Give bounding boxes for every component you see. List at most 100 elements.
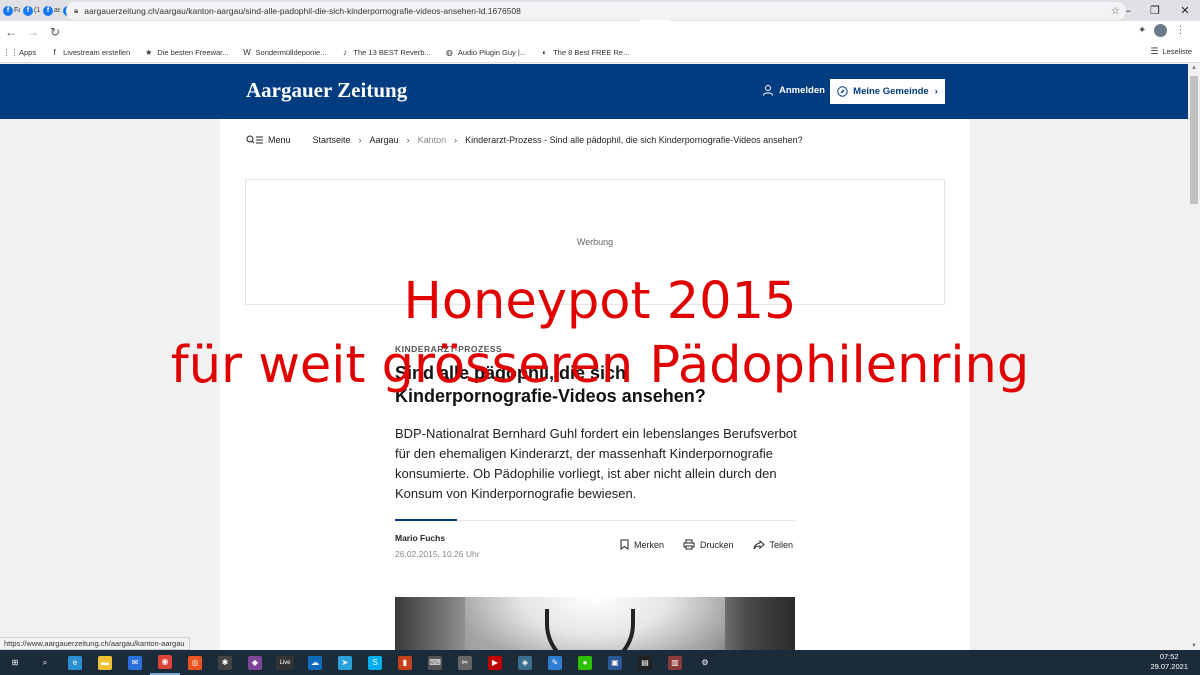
bookmark-star-icon[interactable]: ☆ bbox=[1111, 6, 1120, 17]
login-button[interactable]: Anmelden bbox=[762, 84, 825, 96]
bookmark-item[interactable]: ★ Die besten Freewar... bbox=[144, 48, 228, 57]
forward-icon[interactable]: → bbox=[22, 25, 44, 39]
chevron-right-icon: › bbox=[406, 135, 410, 145]
bookmark-item[interactable]: W Sondermülldeponie... bbox=[243, 48, 327, 57]
taskbar-app[interactable]: ▤ bbox=[630, 650, 660, 675]
taskbar-clock[interactable]: 07:52 29.07.2021 bbox=[1150, 652, 1188, 672]
taskbar-app[interactable]: ● bbox=[570, 650, 600, 675]
overlay-text-line2: für weit grösseren Pädophilenring bbox=[170, 336, 1030, 395]
plugin-icon: ◍ bbox=[445, 48, 453, 57]
extensions-icon[interactable]: ✦ bbox=[1138, 25, 1146, 36]
browser-tab[interactable]: fFa bbox=[0, 2, 20, 20]
scrollbar-thumb[interactable] bbox=[1190, 76, 1198, 204]
clock-time: 07:52 bbox=[1159, 652, 1179, 661]
bookmark-item[interactable]: ⋮⋮ Apps bbox=[2, 48, 37, 57]
reading-list-label: Leseliste bbox=[1162, 47, 1192, 56]
windows-taskbar: ⊞ ⌕ e ▬ ✉ ◉ ◎ ✱ ◆ Live ☁ ➤ S ▮ ⌨ ✂ ▶ ◈ ✎ ● ▣ ▤ ▥ ⚙ bbox=[0, 650, 1200, 675]
file-explorer-icon: ▬ bbox=[98, 655, 112, 670]
restore-icon[interactable]: ❐ bbox=[1140, 4, 1170, 17]
taskbar-app[interactable]: ⚙ bbox=[690, 650, 720, 675]
status-bar-url: https://www.aargauerzeitung.ch/aargau/ka… bbox=[0, 637, 190, 650]
browser-tab[interactable]: f as bbox=[40, 2, 60, 20]
site-header: Aargauer Zeitung Anmelden Meine Gemeinde… bbox=[0, 64, 1188, 119]
menu-button[interactable]: Menu bbox=[246, 135, 291, 145]
taskbar-app[interactable]: S bbox=[360, 650, 390, 675]
taskbar-app[interactable]: ☁ bbox=[300, 650, 330, 675]
star-icon: ★ bbox=[145, 48, 153, 57]
publish-date: 26.02.2015, 10.26 Uhr bbox=[395, 549, 480, 559]
browser-tab[interactable]: f(1 bbox=[20, 2, 40, 20]
bookmark-label: Die besten Freewar... bbox=[157, 48, 229, 57]
taskbar-app[interactable]: ▮ bbox=[390, 650, 420, 675]
taskbar-app[interactable]: ⌨ bbox=[420, 650, 450, 675]
recorder-icon: ▮ bbox=[398, 655, 412, 670]
bookmark-item[interactable]: ◐ The 8 Best FREE Re... bbox=[540, 48, 629, 57]
taskbar-app[interactable]: ✱ bbox=[210, 650, 240, 675]
lock-icon[interactable]: 🔒︎ bbox=[74, 6, 78, 16]
breadcrumb-kanton[interactable]: Kanton bbox=[418, 135, 447, 145]
chrome-menu-icon[interactable]: ⋮ bbox=[1175, 25, 1185, 36]
start-icon: ⊞ bbox=[11, 658, 19, 667]
taskbar-app[interactable]: ▥ bbox=[660, 650, 690, 675]
article-actions: Merken Drucken Teilen bbox=[620, 539, 812, 550]
bookmark-item[interactable]: ◍ Audio Plugin Guy |... bbox=[445, 48, 526, 57]
bookmark-label: The 8 Best FREE Re... bbox=[553, 48, 630, 57]
breadcrumb-startseite[interactable]: Startseite bbox=[313, 135, 351, 145]
video-editor-icon: ▶ bbox=[488, 655, 502, 670]
profile-avatar[interactable] bbox=[1154, 24, 1168, 37]
bookmark-item[interactable]: ♪ The 13 BEST Reverb... bbox=[340, 48, 431, 57]
back-icon[interactable]: ← bbox=[0, 25, 22, 39]
tools-icon: ✂ bbox=[458, 655, 472, 670]
close-window-icon[interactable]: ✕ bbox=[1170, 4, 1200, 17]
reload-icon[interactable]: ↻ bbox=[44, 25, 66, 39]
taskbar-app[interactable]: ◎ bbox=[180, 650, 210, 675]
bug-icon: ✱ bbox=[218, 655, 232, 670]
archive-icon: ▥ bbox=[668, 655, 682, 670]
reading-list-icon: ☰ bbox=[1150, 46, 1159, 56]
mail-icon: ✉ bbox=[128, 655, 142, 670]
taskbar-app[interactable]: ▣ bbox=[600, 650, 630, 675]
taskbar-app[interactable]: ◈ bbox=[510, 650, 540, 675]
author-divider bbox=[395, 519, 795, 521]
keyboard-icon: ⌨ bbox=[428, 655, 442, 670]
site-logo[interactable]: Aargauer Zeitung bbox=[246, 78, 407, 103]
apps-grid-icon: ⋮⋮ bbox=[2, 48, 19, 57]
taskbar-app[interactable]: ✎ bbox=[540, 650, 570, 675]
taskbar-app[interactable]: Live bbox=[270, 650, 300, 675]
extension-area: ✦ ⋮ bbox=[1138, 24, 1185, 37]
bookmark-label: The 13 BEST Reverb... bbox=[353, 48, 431, 57]
article-photo[interactable] bbox=[395, 597, 795, 650]
url-input[interactable]: 🔒︎ aargauerzeitung.ch/aargau/kanton-aarg… bbox=[66, 2, 1126, 20]
bookmark-label: Sondermülldeponie... bbox=[255, 48, 327, 57]
bookmark-icon bbox=[620, 539, 629, 550]
scroll-down-icon[interactable]: ▼ bbox=[1188, 643, 1200, 649]
taskbar-app[interactable]: e bbox=[60, 650, 90, 675]
taskbar-app[interactable]: ⌕ bbox=[30, 650, 60, 675]
music-icon: ♪ bbox=[342, 48, 347, 57]
breadcrumb-aargau[interactable]: Aargau bbox=[370, 135, 399, 145]
taskbar-app[interactable]: ✂ bbox=[450, 650, 480, 675]
print-button[interactable]: Drucken bbox=[683, 539, 734, 550]
scroll-up-icon[interactable]: ▲ bbox=[1188, 65, 1200, 71]
bookmark-item[interactable]: f Livestream erstellen bbox=[50, 48, 130, 57]
notes-icon: ✎ bbox=[548, 655, 562, 670]
save-button[interactable]: Merken bbox=[620, 539, 664, 550]
clock-date: 29.07.2021 bbox=[1150, 662, 1188, 671]
taskbar-app[interactable]: ⊞ bbox=[0, 650, 30, 675]
taskbar-app[interactable]: ✉ bbox=[120, 650, 150, 675]
taskbar-app[interactable]: ▶ bbox=[480, 650, 510, 675]
taskbar-app[interactable]: ➤ bbox=[330, 650, 360, 675]
article-lead: BDP-Nationalrat Bernhard Guhl fordert ei… bbox=[395, 426, 797, 501]
taskbar-app[interactable]: ▬ bbox=[90, 650, 120, 675]
ad-label: Werbung bbox=[576, 237, 614, 247]
url-text: aargauerzeitung.ch/aargau/kanton-aargau/… bbox=[84, 6, 521, 16]
browser-icon: ◈ bbox=[518, 655, 532, 670]
search-icon: ⌕ bbox=[42, 657, 48, 667]
reading-list-button[interactable]: ☰ Leseliste bbox=[1150, 46, 1192, 57]
author-name[interactable]: Mario Fuchs bbox=[395, 533, 445, 543]
meine-gemeinde-button[interactable]: Meine Gemeinde › bbox=[830, 79, 945, 104]
taskbar-app[interactable]: ◆ bbox=[240, 650, 270, 675]
print-label: Drucken bbox=[700, 539, 734, 550]
share-button[interactable]: Teilen bbox=[753, 539, 793, 550]
taskbar-app[interactable]: ◉ bbox=[150, 650, 180, 675]
